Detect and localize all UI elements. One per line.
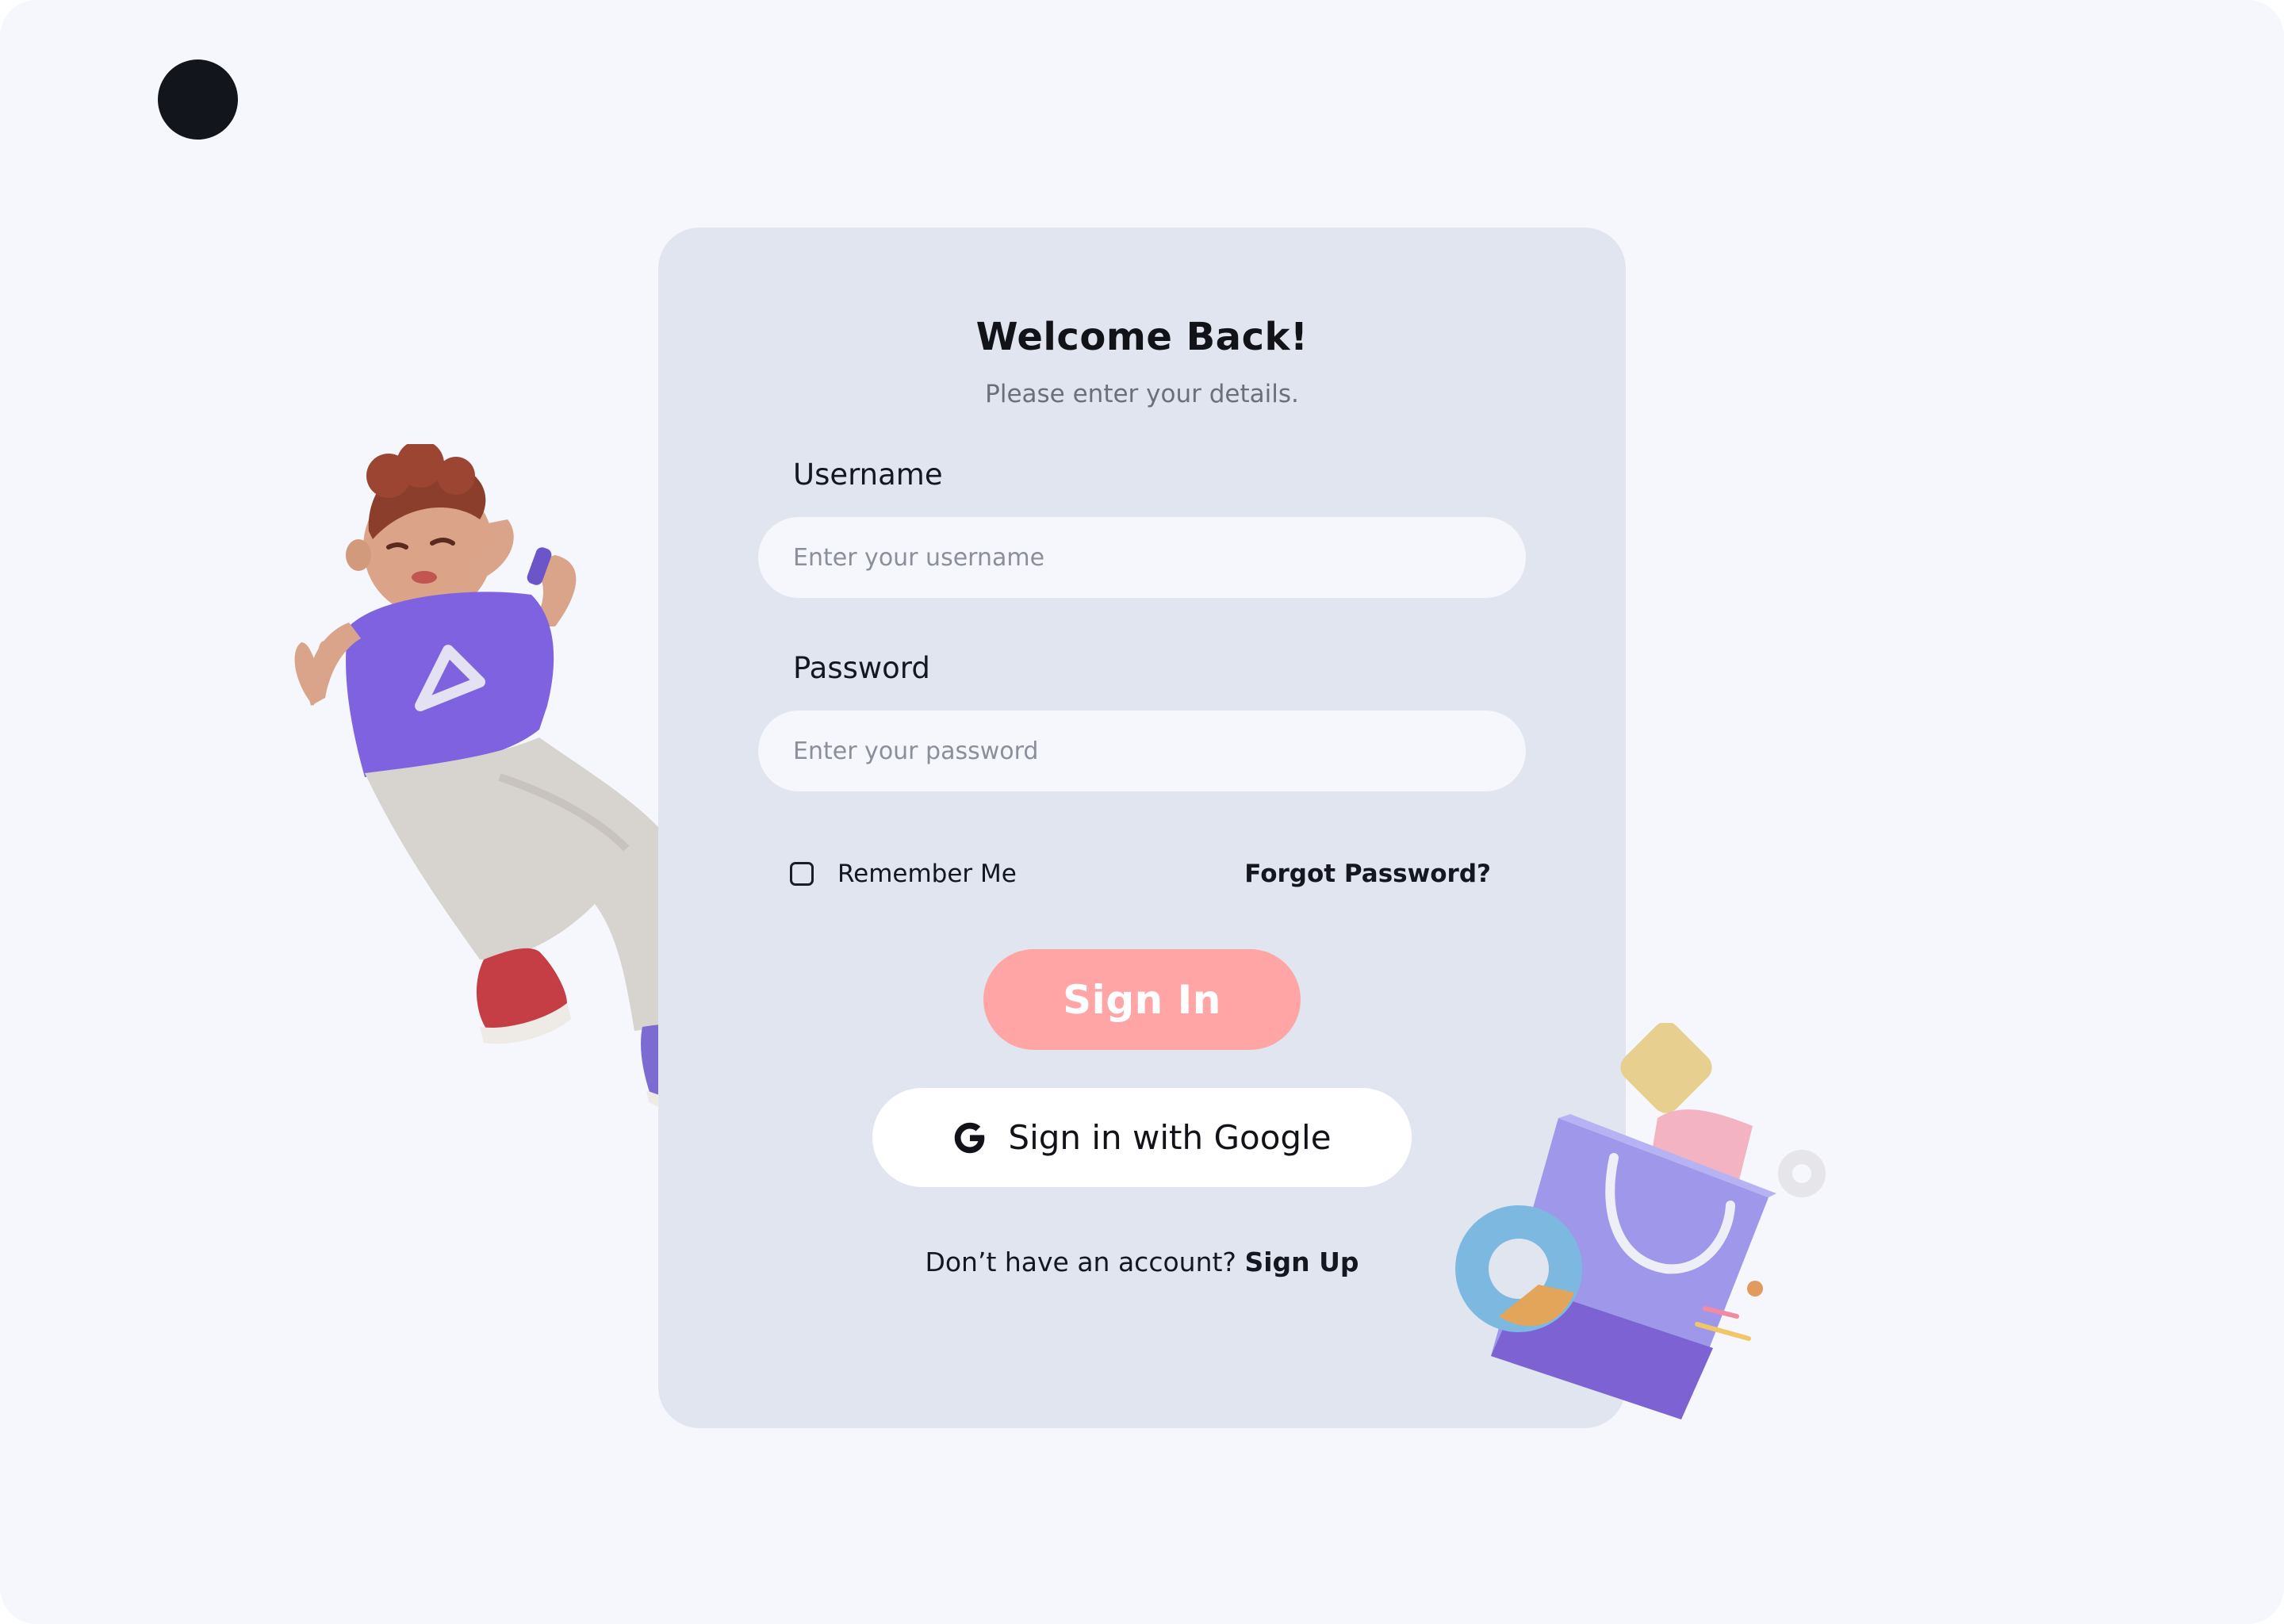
shopping-bag-illustration [1455, 1023, 1826, 1419]
page-subtitle: Please enter your details. [985, 380, 1299, 408]
username-input[interactable] [758, 517, 1526, 598]
login-page: Welcome Back! Please enter your details.… [0, 0, 2284, 1624]
sign-up-link[interactable]: Sign Up [1244, 1247, 1359, 1277]
signup-prompt-text: Don’t have an account? [925, 1247, 1236, 1277]
google-sign-in-label: Sign in with Google [1008, 1118, 1332, 1157]
remember-me-toggle[interactable]: Remember Me [790, 860, 1017, 888]
password-input[interactable] [758, 710, 1526, 791]
google-sign-in-button[interactable]: Sign in with Google [872, 1088, 1412, 1187]
username-label: Username [793, 458, 943, 492]
remember-me-label: Remember Me [837, 860, 1017, 888]
google-icon [955, 1122, 985, 1153]
page-title: Welcome Back! [975, 315, 1309, 359]
logo-dot-icon[interactable] [158, 59, 238, 140]
sign-in-button[interactable]: Sign In [983, 949, 1301, 1050]
password-label: Password [793, 651, 930, 685]
forgot-password-link[interactable]: Forgot Password? [1244, 860, 1491, 888]
remember-me-checkbox[interactable] [790, 862, 814, 886]
